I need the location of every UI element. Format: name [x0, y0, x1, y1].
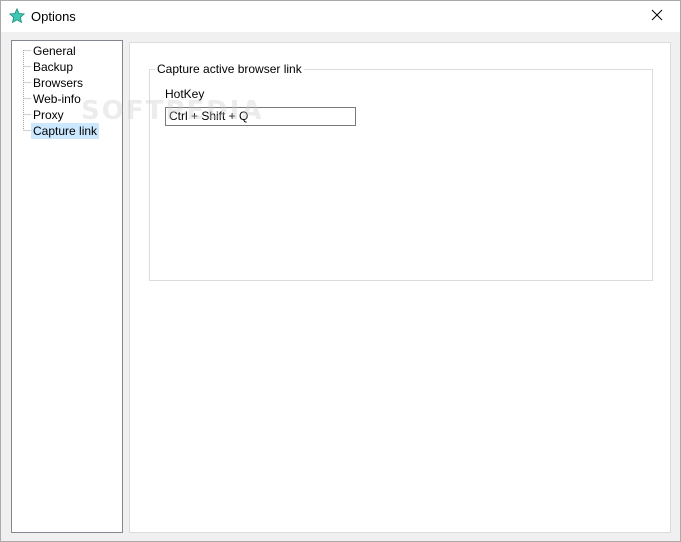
close-button[interactable] [634, 1, 680, 32]
star-icon [8, 7, 26, 24]
tree-item-proxy[interactable]: Proxy [31, 107, 66, 123]
tree-item-web-info[interactable]: Web-info [31, 91, 83, 107]
tree-item-backup[interactable]: Backup [31, 59, 75, 75]
tree-item-capture-link[interactable]: Capture link [31, 123, 100, 139]
hotkey-input[interactable]: Ctrl + Shift + Q [165, 107, 356, 126]
tree-connector-lines [23, 50, 31, 131]
tree-item-general[interactable]: General [31, 43, 78, 59]
capture-link-group: Capture active browser link HotKey Ctrl … [149, 62, 653, 281]
settings-panel: Capture active browser link HotKey Ctrl … [129, 42, 671, 533]
title-bar: Options [1, 1, 680, 32]
window-title: Options [31, 9, 76, 24]
options-window: Options General Backup Browsers Web-info… [0, 0, 681, 542]
tree-item-browsers[interactable]: Browsers [31, 75, 85, 91]
hotkey-label: HotKey [165, 87, 205, 101]
group-title: Capture active browser link [155, 62, 304, 76]
options-tree[interactable]: General Backup Browsers Web-info Proxy C… [11, 40, 123, 533]
close-icon [651, 9, 663, 24]
